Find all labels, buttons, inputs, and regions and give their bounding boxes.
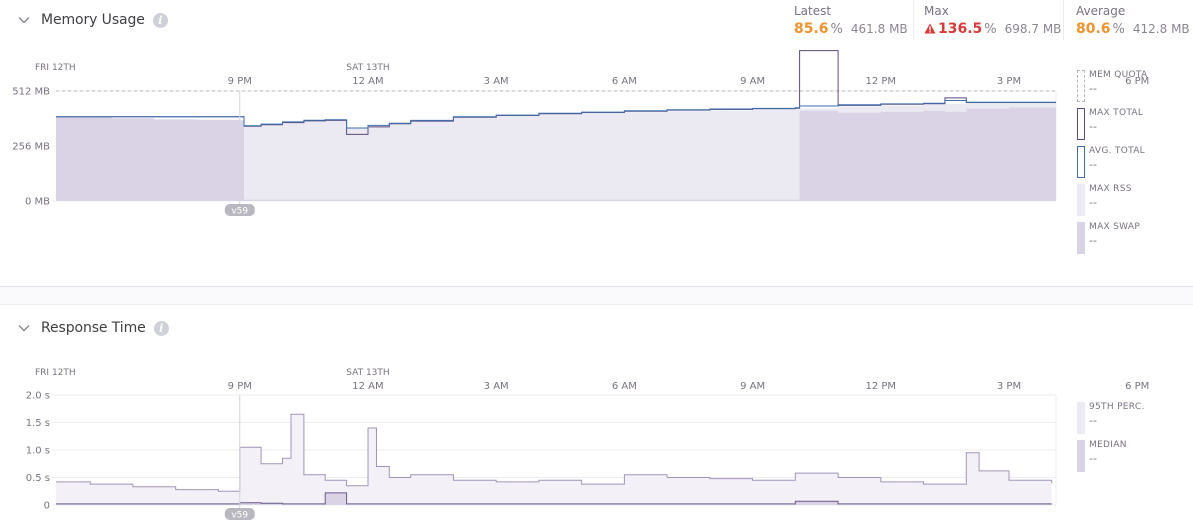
legend-item-mem-quota[interactable]: MEM QUOTA -- xyxy=(1077,70,1187,102)
y-tick-label: 1.0 s xyxy=(26,446,50,457)
time-tick-label: 12 PM xyxy=(866,381,897,392)
legend-swatch-max-total xyxy=(1077,108,1085,140)
legend-value: -- xyxy=(1089,82,1097,95)
panel-divider xyxy=(0,287,1193,305)
y-tick-label: 2.0 s xyxy=(26,391,50,402)
y-tick-label: 1.5 s xyxy=(26,418,50,429)
p95-line xyxy=(56,413,1053,492)
time-tick-label: 6 PM xyxy=(1125,381,1149,392)
memory-usage-chart[interactable]: 9 PM 12 AM 3 AM 6 AM 9 AM 12 PM 3 PM 6 PMFRI 12… xyxy=(0,0,1193,287)
day-label: SAT 13TH xyxy=(346,63,389,73)
day-label: FRI 12TH xyxy=(35,368,76,378)
legend-label: MAX SWAP xyxy=(1089,222,1141,232)
legend-item-max-swap[interactable]: MAX SWAP -- xyxy=(1077,222,1187,254)
time-tick-label: 12 PM xyxy=(866,76,897,87)
y-tick-label: 256 MB xyxy=(12,142,50,153)
day-label: SAT 13TH xyxy=(346,368,389,378)
time-tick-label: 12 AM xyxy=(352,381,383,392)
p95-area xyxy=(56,414,1052,505)
time-tick-label: 6 AM xyxy=(612,381,637,392)
time-tick-label: 9 PM xyxy=(228,76,252,87)
response-time-panel: Response Time i 9 PM 12 AM 3 AM 6 AM 9 AM 12 … xyxy=(0,306,1193,527)
day-label: FRI 12TH xyxy=(35,63,76,73)
legend-swatch-max-swap xyxy=(1077,222,1085,254)
legend-swatch-mem-quota xyxy=(1077,70,1085,102)
time-tick-label: 3 AM xyxy=(484,76,509,87)
legend-swatch-avg-total xyxy=(1077,146,1085,178)
y-tick-label: 0 xyxy=(44,501,50,512)
legend-value: -- xyxy=(1089,414,1097,427)
legend-value: -- xyxy=(1089,234,1097,247)
legend-label: MEM QUOTA xyxy=(1089,70,1148,80)
time-tick-label: 3 PM xyxy=(997,76,1021,87)
legend-value: -- xyxy=(1089,120,1097,133)
legend-swatch-max-rss xyxy=(1077,184,1085,216)
legend-item-max-total[interactable]: MAX TOTAL -- xyxy=(1077,108,1187,140)
legend-value: -- xyxy=(1089,158,1097,171)
legend-label: MAX RSS xyxy=(1089,184,1132,194)
time-tick-label: 3 PM xyxy=(997,381,1021,392)
time-tick-label: 9 PM xyxy=(228,381,252,392)
legend-swatch-median xyxy=(1077,440,1085,472)
time-tick-label: 3 AM xyxy=(484,381,509,392)
release-badge-label: v59 xyxy=(231,207,248,217)
y-tick-label: 512 MB xyxy=(12,87,50,98)
legend-item-max-rss[interactable]: MAX RSS -- xyxy=(1077,184,1187,216)
time-tick-label: 12 AM xyxy=(352,76,383,87)
release-badge-label: v59 xyxy=(231,511,248,521)
legend-item-avg-total[interactable]: AVG. TOTAL -- xyxy=(1077,146,1187,178)
y-tick-label: 0.5 s xyxy=(26,473,50,484)
legend-label: 95TH PERC. xyxy=(1089,402,1145,412)
time-tick-label: 9 AM xyxy=(740,381,765,392)
legend-value: -- xyxy=(1089,452,1097,465)
legend-label: MAX TOTAL xyxy=(1089,108,1144,118)
legend-value: -- xyxy=(1089,196,1097,209)
legend-item-95th-perc[interactable]: 95TH PERC. -- xyxy=(1077,402,1187,434)
memory-usage-panel: Memory Usage i Latest 85.6% 461.8 MB Max … xyxy=(0,0,1193,287)
legend-label: MEDIAN xyxy=(1089,440,1127,450)
legend-item-median[interactable]: MEDIAN -- xyxy=(1077,440,1187,472)
time-tick-label: 9 AM xyxy=(740,76,765,87)
response-time-chart[interactable]: 9 PM 12 AM 3 AM 6 AM 9 AM 12 PM 3 PM 6 PM FRI 12… xyxy=(0,306,1193,527)
time-tick-label: 6 AM xyxy=(612,76,637,87)
y-tick-label: 0 MB xyxy=(25,197,50,208)
legend-swatch-95th-perc xyxy=(1077,402,1085,434)
legend-label: AVG. TOTAL xyxy=(1089,146,1145,156)
